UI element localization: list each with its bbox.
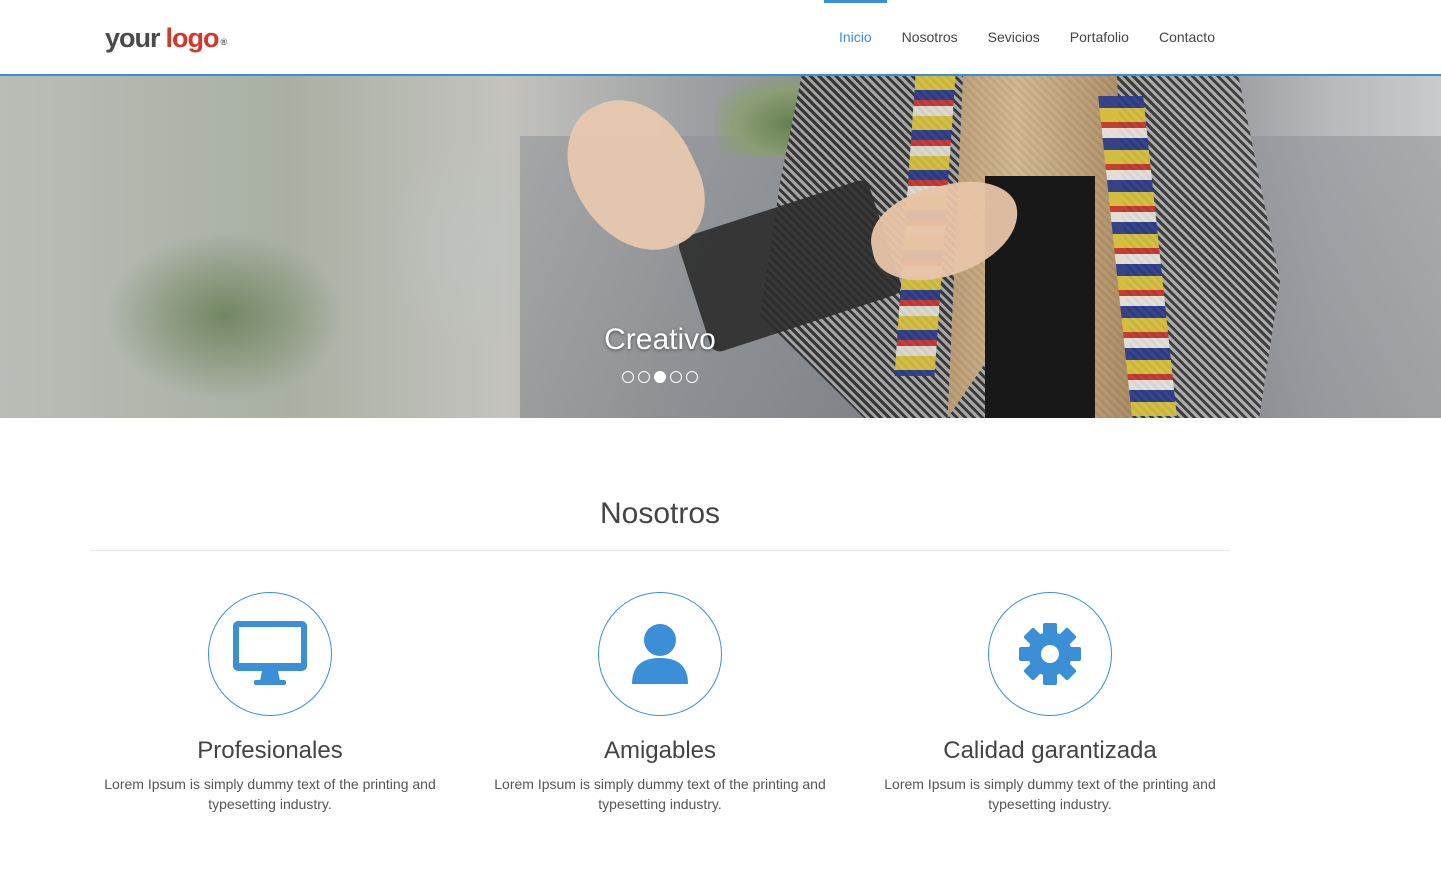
feature-text: Lorem Ipsum is simply dummy text of the … — [884, 776, 1216, 812]
feature-title: Calidad garantizada — [943, 737, 1157, 764]
slider-dot-1[interactable] — [622, 371, 634, 383]
slider-dots — [0, 371, 1320, 383]
logo[interactable]: your logo ® — [105, 22, 227, 58]
logo-text-your: your — [105, 23, 161, 53]
monitor-icon — [233, 621, 307, 685]
slider-dot-5[interactable] — [686, 371, 698, 383]
feature-title: Profesionales — [197, 737, 343, 764]
nav-item-portafolio[interactable]: Portafolio — [1055, 0, 1144, 74]
feature-text: Lorem Ipsum is simply dummy text of the … — [494, 776, 826, 812]
registered-mark: ® — [220, 37, 228, 47]
feature-title: Amigables — [603, 737, 717, 764]
feature-calidad-garantizada: Calidad garantizada Lorem Ipsum is simpl… — [860, 592, 1240, 814]
main-nav: Inicio Nosotros Sevicios Portafolio Cont… — [823, 0, 1230, 74]
feature-icon-circle — [988, 592, 1112, 716]
slider-dot-4[interactable] — [670, 371, 682, 383]
section-divider — [90, 550, 1230, 551]
nav-item-nosotros[interactable]: Nosotros — [887, 0, 973, 74]
gear-icon — [1019, 623, 1081, 685]
hero-caption: Creativo — [604, 323, 716, 356]
user-icon — [632, 624, 688, 684]
feature-amigables: Amigables Lorem Ipsum is simply dummy te… — [470, 592, 850, 814]
feature-icon-circle — [598, 592, 722, 716]
feature-profesionales: Profesionales Lorem Ipsum is simply dumm… — [80, 592, 460, 814]
nav-item-servicios[interactable]: Sevicios — [973, 0, 1055, 74]
nav-item-contacto[interactable]: Contacto — [1144, 0, 1230, 74]
slider-dot-3[interactable] — [654, 371, 666, 383]
logo-text-logo: logo — [165, 23, 220, 53]
feature-icon-circle — [208, 592, 332, 716]
feature-text: Lorem Ipsum is simply dummy text of the … — [104, 776, 436, 812]
slider-dot-2[interactable] — [638, 371, 650, 383]
navbar: your logo ® Inicio Nosotros Sevicios Por… — [0, 0, 1441, 76]
nav-item-inicio[interactable]: Inicio — [823, 0, 887, 74]
hero-slider[interactable]: Creativo — [0, 76, 1441, 418]
section-title: Nosotros — [599, 497, 721, 530]
